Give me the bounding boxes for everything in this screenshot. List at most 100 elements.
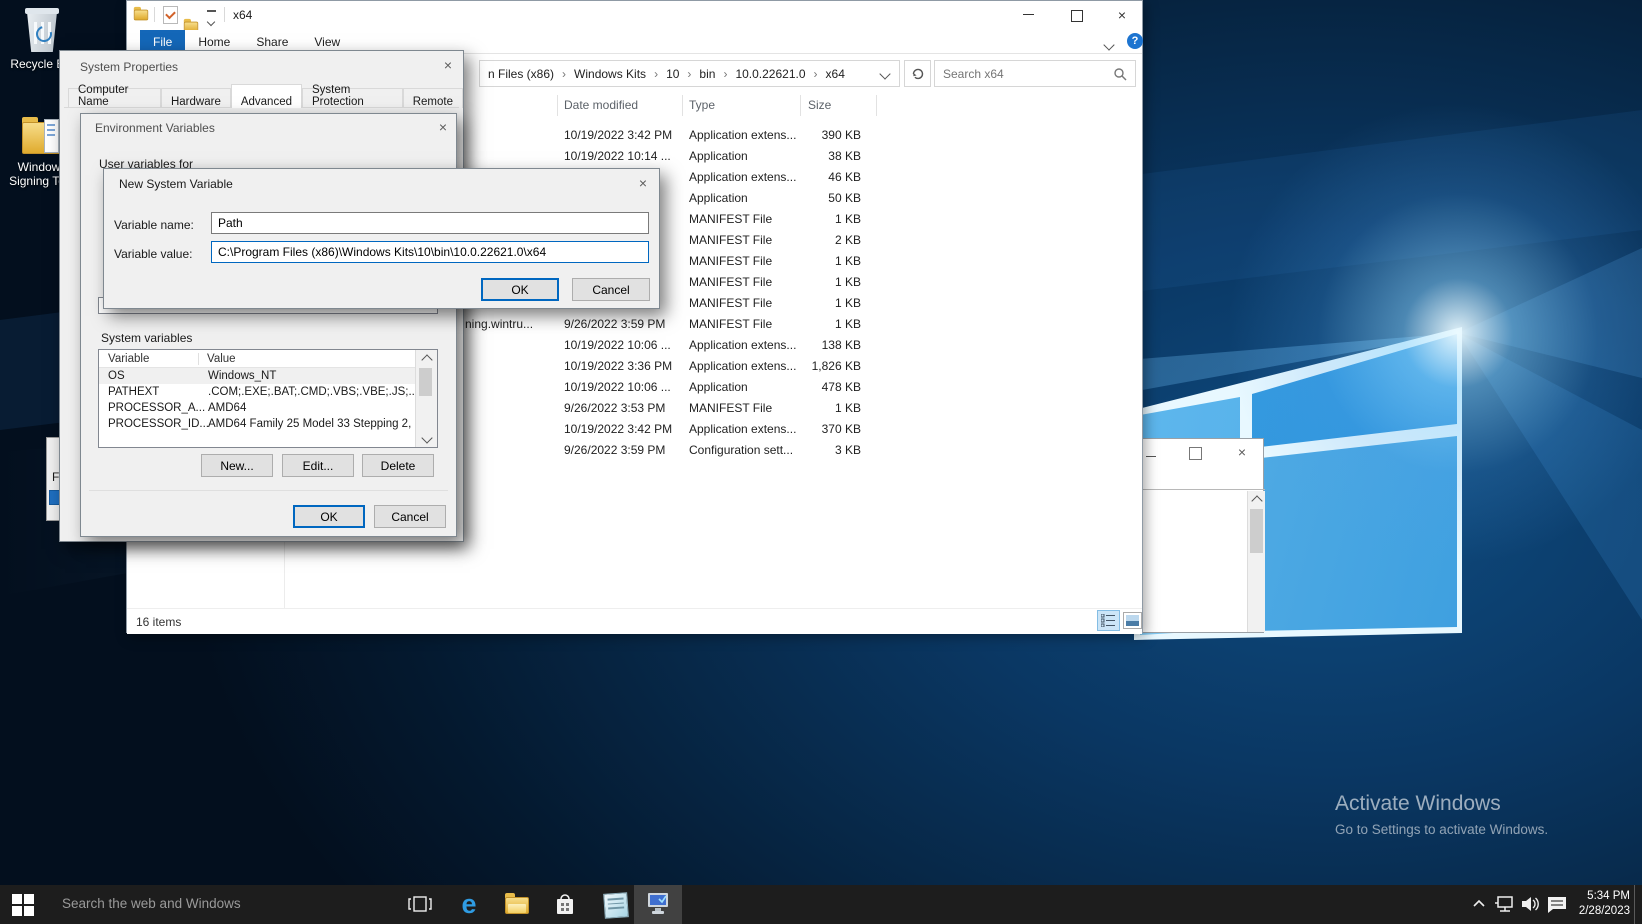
tab-hardware[interactable]: Hardware — [161, 88, 231, 108]
ribbon-collapse-icon[interactable] — [1105, 38, 1113, 52]
breadcrumb-segment[interactable]: 10.0.22621.0 — [733, 67, 807, 81]
task-view-button[interactable] — [408, 893, 432, 918]
close-icon[interactable]: × — [440, 58, 456, 74]
tray-expand-icon[interactable] — [1472, 899, 1486, 909]
qat-customize-icon[interactable] — [207, 10, 216, 28]
scrollbar[interactable] — [1247, 491, 1265, 632]
breadcrumb-chevron-icon: › — [681, 67, 697, 81]
details-view-button[interactable] — [1097, 610, 1120, 631]
store-icon[interactable] — [554, 892, 576, 920]
scroll-down-icon[interactable] — [416, 431, 437, 447]
volume-icon[interactable] — [1520, 895, 1542, 913]
file-cell: 38 KB — [781, 149, 861, 163]
file-cell: 10/19/2022 10:06 ... — [564, 338, 682, 352]
tab-remote[interactable]: Remote — [403, 88, 463, 108]
column-header-size[interactable]: Size — [808, 98, 831, 112]
file-cell: 10/19/2022 3:42 PM — [564, 128, 682, 142]
tab-strip: Computer NameHardwareAdvancedSystem Prot… — [68, 84, 463, 108]
network-icon[interactable] — [1494, 895, 1516, 913]
close-icon[interactable]: × — [1235, 445, 1249, 459]
edit-button[interactable]: Edit... — [282, 454, 354, 477]
maximize-icon[interactable] — [1071, 10, 1083, 22]
tab-system-protection[interactable]: System Protection — [302, 88, 403, 108]
action-center-icon[interactable] — [1546, 895, 1568, 914]
computer-icon — [645, 891, 671, 917]
title-bar[interactable]: x64 × — [127, 1, 1142, 30]
minimize-icon[interactable] — [1145, 449, 1157, 461]
variable-name-input[interactable] — [211, 212, 649, 234]
search-input[interactable] — [935, 67, 1113, 81]
listbox-scrollbar[interactable] — [415, 350, 437, 447]
breadcrumb-segment[interactable]: x64 — [824, 67, 847, 81]
env-variable-row[interactable]: PROCESSOR_ID...AMD64 Family 25 Model 33 … — [99, 416, 437, 432]
notepad-icon[interactable] — [603, 892, 629, 919]
file-cell: 1,826 KB — [781, 359, 861, 373]
cancel-button[interactable]: Cancel — [572, 278, 650, 301]
refresh-button[interactable] — [904, 60, 931, 87]
file-explorer-taskbar-icon[interactable] — [505, 897, 529, 914]
ok-button[interactable]: OK — [293, 505, 365, 528]
taskbar-search[interactable]: Search the web and Windows — [62, 896, 241, 911]
env-variable-value: .COM;.EXE;.BAT;.CMD;.VBS;.VBE;.JS;.... — [208, 386, 437, 398]
properties-check-icon[interactable] — [163, 6, 178, 24]
thumbnail-view-button[interactable] — [1123, 612, 1142, 629]
close-icon[interactable]: × — [435, 120, 451, 136]
separator — [224, 7, 225, 22]
help-icon[interactable]: ? — [1127, 33, 1143, 49]
system-variables-label: System variables — [101, 331, 192, 345]
breadcrumb-segment[interactable]: n Files (x86) — [486, 67, 556, 81]
scrollbar-thumb[interactable] — [419, 368, 432, 396]
column-header-type[interactable]: Type — [689, 98, 715, 112]
status-bar: 16 items — [127, 608, 1142, 634]
task-view-icon — [408, 893, 432, 915]
env-variable-name: PROCESSOR_ID... — [99, 418, 208, 430]
activate-windows-subtext: Go to Settings to activate Windows. — [1335, 822, 1548, 837]
new-button[interactable]: New... — [201, 454, 273, 477]
env-variable-row[interactable]: OSWindows_NT — [99, 368, 437, 384]
start-button[interactable] — [12, 894, 34, 916]
breadcrumb-segment[interactable]: bin — [697, 67, 717, 81]
breadcrumb-segment[interactable]: 10 — [664, 67, 681, 81]
file-cell: 10/19/2022 10:14 ... — [564, 149, 682, 163]
variable-value-input[interactable] — [211, 241, 649, 263]
maximize-icon[interactable] — [1189, 447, 1202, 460]
column-header-date[interactable]: Date modified — [564, 98, 638, 112]
env-variable-name: OS — [99, 370, 208, 382]
dialog-title: System Properties — [80, 60, 178, 74]
taskbar: Search the web and Windows e — [0, 885, 1642, 924]
details-view-icon — [1101, 614, 1116, 627]
search-icon[interactable] — [1113, 67, 1127, 81]
show-desktop-button[interactable] — [1634, 885, 1635, 924]
tray-clock[interactable]: 5:34 PM 2/28/2023 — [1572, 889, 1630, 919]
close-icon[interactable]: × — [635, 176, 651, 192]
env-variable-value: AMD64 Family 25 Model 33 Stepping 2, ... — [208, 418, 437, 430]
file-cell: 2 KB — [781, 233, 861, 247]
env-variable-value: AMD64 — [208, 402, 437, 414]
close-icon[interactable]: × — [1115, 8, 1129, 22]
file-cell: 9/26/2022 3:59 PM — [564, 443, 682, 457]
edge-browser-icon[interactable]: e — [456, 888, 482, 920]
address-bar[interactable]: n Files (x86)›Windows Kits›10›bin›10.0.2… — [479, 60, 900, 87]
scroll-up-icon[interactable] — [416, 350, 437, 366]
listbox-header-variable[interactable]: Variable — [99, 353, 199, 365]
ok-button[interactable]: OK — [481, 278, 559, 301]
file-cell: 9/26/2022 3:59 PM — [564, 317, 682, 331]
active-app-button[interactable] — [634, 885, 682, 924]
separator — [154, 7, 155, 22]
breadcrumb-segment[interactable]: Windows Kits — [572, 67, 648, 81]
listbox-header-value[interactable]: Value — [199, 353, 236, 365]
cancel-button[interactable]: Cancel — [374, 505, 446, 528]
breadcrumb-chevron-icon: › — [717, 67, 733, 81]
system-variables-listbox[interactable]: Variable Value OSWindows_NTPATHEXT.COM;.… — [98, 349, 438, 448]
address-dropdown-icon[interactable] — [879, 68, 890, 79]
env-variable-row[interactable]: PROCESSOR_A...AMD64 — [99, 400, 437, 416]
variable-value-label: Variable value: — [114, 247, 193, 261]
tab-advanced[interactable]: Advanced — [231, 84, 302, 108]
folder-icon — [22, 122, 62, 154]
env-variable-row[interactable]: PATHEXT.COM;.EXE;.BAT;.CMD;.VBS;.VBE;.JS… — [99, 384, 437, 400]
file-cell: 10/19/2022 3:42 PM — [564, 422, 682, 436]
search-box[interactable] — [934, 60, 1136, 87]
delete-button[interactable]: Delete — [362, 454, 434, 477]
tab-computer-name[interactable]: Computer Name — [68, 88, 161, 108]
minimize-icon[interactable] — [1023, 14, 1037, 17]
